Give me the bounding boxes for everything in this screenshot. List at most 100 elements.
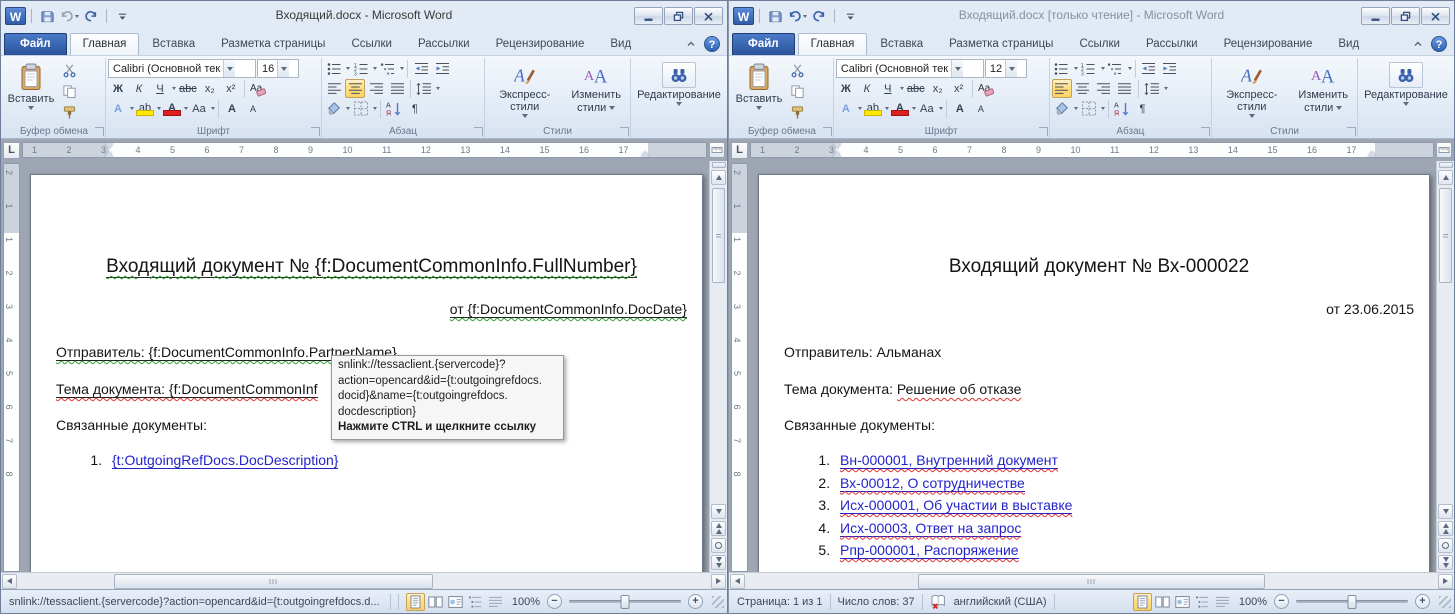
document-canvas[interactable]: Входящий документ № {f:DocumentCommonInf…: [21, 161, 709, 572]
bullets-button[interactable]: [324, 59, 344, 78]
tab-stop-selector[interactable]: L: [3, 142, 20, 159]
select-browse-object-button[interactable]: [1438, 538, 1453, 553]
horizontal-ruler[interactable]: 1 2 3 4 5 6 7 8 9 10 11 12 13 14 15 16 1…: [22, 142, 707, 158]
undo-button[interactable]: [787, 7, 807, 25]
spellcheck-status-button[interactable]: [930, 593, 947, 610]
text-effects-dropdown-icon[interactable]: [858, 107, 862, 110]
tab-view[interactable]: Вид: [597, 33, 644, 55]
undo-button[interactable]: [59, 7, 79, 25]
zoom-in-button[interactable]: +: [688, 594, 703, 609]
italic-button[interactable]: К: [129, 79, 149, 98]
ruler-toggle-button[interactable]: [709, 142, 725, 158]
titlebar[interactable]: W Входящий.docx [только чтение] - Micros…: [729, 1, 1454, 29]
language-indicator[interactable]: английский (США): [954, 596, 1047, 608]
numbering-button[interactable]: [351, 59, 371, 78]
save-button[interactable]: [37, 7, 57, 25]
next-page-button[interactable]: [711, 555, 726, 570]
vertical-ruler[interactable]: 2 1 1 2 3 4 5 6 7 8: [3, 163, 20, 572]
vertical-scrollbar[interactable]: [1436, 161, 1454, 572]
show-formatting-marks-button[interactable]: ¶: [1133, 99, 1153, 118]
change-case-button[interactable]: Аа: [189, 99, 209, 118]
bullets-dropdown-icon[interactable]: [1074, 67, 1078, 70]
fullscreen-reading-view-button[interactable]: [426, 593, 445, 611]
horizontal-scroll-track[interactable]: [17, 574, 711, 589]
superscript-button[interactable]: x²: [221, 79, 241, 98]
zoom-slider-thumb[interactable]: [1348, 595, 1357, 609]
collapse-ribbon-icon[interactable]: [685, 38, 697, 50]
font-size-dropdown[interactable]: [277, 60, 289, 77]
doc-hyperlink[interactable]: Вн-000001, Внутренний документ: [840, 452, 1058, 469]
tab-view[interactable]: Вид: [1325, 33, 1372, 55]
change-case-button[interactable]: Аа: [917, 99, 937, 118]
scroll-left-button[interactable]: [730, 574, 745, 589]
change-case-dropdown-icon[interactable]: [211, 107, 215, 110]
draft-view-button[interactable]: [1213, 593, 1232, 611]
hanging-indent-marker[interactable]: [833, 151, 841, 157]
save-button[interactable]: [765, 7, 785, 25]
tab-stop-selector[interactable]: L: [731, 142, 748, 159]
zoom-level-button[interactable]: 100%: [512, 596, 540, 608]
quick-styles-button[interactable]: Экспресс-стили: [1214, 59, 1289, 119]
align-left-button[interactable]: [1052, 79, 1072, 98]
multilevel-dropdown-icon[interactable]: [400, 67, 404, 70]
zoom-slider-thumb[interactable]: [621, 595, 630, 609]
horizontal-scroll-thumb[interactable]: [918, 574, 1265, 589]
show-formatting-marks-button[interactable]: ¶: [405, 99, 425, 118]
numbering-dropdown-icon[interactable]: [1101, 67, 1105, 70]
help-button[interactable]: ?: [704, 36, 720, 52]
text-effects-dropdown-icon[interactable]: [130, 107, 134, 110]
web-layout-view-button[interactable]: [1173, 593, 1192, 611]
zoom-slider[interactable]: [569, 600, 681, 603]
borders-button[interactable]: [1079, 99, 1099, 118]
doc-hyperlink[interactable]: {t:OutgoingRefDocs.DocDescription}: [112, 452, 338, 469]
highlight-button[interactable]: ab: [135, 99, 155, 118]
paragraph-dialog-launcher[interactable]: [1201, 127, 1210, 136]
numbering-dropdown-icon[interactable]: [373, 67, 377, 70]
tab-insert[interactable]: Вставка: [139, 33, 208, 55]
text-effects-button[interactable]: А: [108, 99, 128, 118]
web-layout-view-button[interactable]: [446, 593, 465, 611]
align-center-button[interactable]: [345, 79, 365, 98]
horizontal-scroll-thumb[interactable]: [114, 574, 433, 589]
tab-page-layout[interactable]: Разметка страницы: [936, 33, 1066, 55]
clipboard-dialog-launcher[interactable]: [823, 127, 832, 136]
font-name-combo[interactable]: Calibri (Основной тек: [108, 59, 256, 78]
align-right-button[interactable]: [1094, 79, 1114, 98]
superscript-button[interactable]: x²: [949, 79, 969, 98]
cut-button[interactable]: [787, 61, 807, 80]
doc-hyperlink[interactable]: Вх-00012, О сотрудничестве: [840, 475, 1025, 492]
italic-button[interactable]: К: [857, 79, 877, 98]
fullscreen-reading-view-button[interactable]: [1153, 593, 1172, 611]
highlight-dropdown-icon[interactable]: [885, 107, 889, 110]
print-layout-view-button[interactable]: [406, 593, 425, 611]
close-button[interactable]: [1421, 7, 1450, 25]
word-count-indicator[interactable]: Число слов: 37: [838, 596, 915, 608]
styles-dialog-launcher[interactable]: [1347, 127, 1356, 136]
tab-mailings[interactable]: Рассылки: [1133, 33, 1211, 55]
hanging-indent-marker[interactable]: [105, 151, 113, 157]
tab-mailings[interactable]: Рассылки: [405, 33, 483, 55]
align-right-button[interactable]: [366, 79, 386, 98]
help-button[interactable]: ?: [1431, 36, 1447, 52]
vertical-ruler[interactable]: 2 1 1 2 3 4 5 6 7 8: [731, 163, 748, 572]
horizontal-scrollbar[interactable]: [1, 572, 727, 589]
zoom-level-button[interactable]: 100%: [1239, 596, 1267, 608]
split-handle[interactable]: [712, 162, 726, 168]
draft-view-button[interactable]: [486, 593, 505, 611]
clipboard-dialog-launcher[interactable]: [95, 127, 104, 136]
justify-button[interactable]: [387, 79, 407, 98]
grow-font-button[interactable]: А: [950, 99, 970, 118]
copy-button[interactable]: [59, 82, 79, 101]
subscript-button[interactable]: x₂: [928, 79, 948, 98]
document-page[interactable]: Входящий документ № Вх-000022 от 23.06.2…: [758, 174, 1430, 572]
doc-hyperlink[interactable]: Рпр-000001, Распоряжение: [840, 542, 1019, 559]
cut-button[interactable]: [59, 61, 79, 80]
increase-indent-button[interactable]: [1160, 59, 1180, 78]
customize-qat-button[interactable]: [840, 7, 860, 25]
multilevel-list-button[interactable]: [378, 59, 398, 78]
zoom-slider[interactable]: [1296, 600, 1408, 603]
strikethrough-button[interactable]: abc: [905, 79, 927, 98]
grow-font-button[interactable]: А: [222, 99, 242, 118]
shading-dropdown-icon[interactable]: [1074, 107, 1078, 110]
shading-button[interactable]: [1052, 99, 1072, 118]
